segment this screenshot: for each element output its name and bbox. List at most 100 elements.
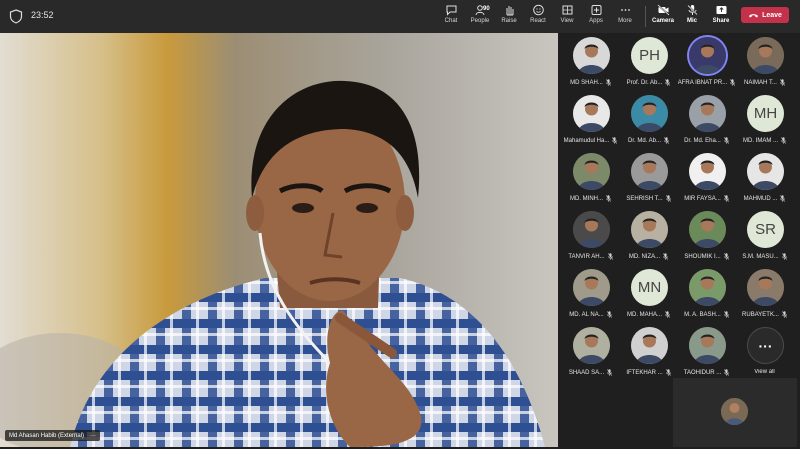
participant-tile[interactable]: AFRA IBNAT PR... [678,34,735,92]
speaker-more-options-icon[interactable]: ··· [90,433,96,439]
view-all-button[interactable]: ··· View all [736,324,793,382]
share-screen-icon [716,6,726,14]
shield-icon [9,9,23,24]
participant-name: MIR FAYSA... [684,195,721,202]
participant-tile[interactable]: Dr. Md. Eha... [678,92,735,150]
participant-avatar [747,37,784,74]
participant-tile[interactable]: MAHMUD ... [736,150,793,208]
participant-name: MD. AL NA... [569,311,604,318]
participant-tile[interactable]: SHOUMIK I... [678,208,735,266]
participant-name-row: SHOUMIK I... [678,253,735,260]
participant-tile[interactable]: SEHRISH T... [620,150,677,208]
participant-tile[interactable]: MD. NIZA... [620,208,677,266]
mic-off-icon [781,137,786,144]
participant-tile[interactable]: PH Prof. Dr. Ab... [620,34,677,92]
participant-avatar [747,153,784,190]
participant-name-row: MIR FAYSA... [678,195,735,202]
participant-tile[interactable]: MN MD. MAHA... [620,266,677,324]
participant-tile[interactable]: TAOHIDUR ... [678,324,735,382]
mic-off-icon [723,137,729,144]
mic-off-icon [781,253,787,260]
leave-button[interactable]: Leave [741,7,789,23]
participant-initials: MH [753,105,778,122]
participant-avatar [689,95,726,132]
participant-tile[interactable]: MD. AL NA... [562,266,619,324]
participant-name: AFRA IBNAT PR... [678,79,728,86]
react-button[interactable]: React [523,3,553,30]
people-button[interactable]: 90 People [465,3,495,30]
participant-tile[interactable]: SHAAD SA... [562,324,619,382]
participant-avatar [689,153,726,190]
self-avatar [721,398,748,425]
share-button[interactable]: Share [706,3,736,30]
mic-off-icon [780,79,785,86]
participant-tile[interactable]: TANVIR AH... [562,208,619,266]
participant-tile[interactable]: Mahamudul Ha... [562,92,619,150]
layout-icon [562,5,572,15]
main-video-feed[interactable]: Md Ahasan Habib (External) ··· [0,33,558,447]
participant-tile[interactable]: RUBAYETK... [736,266,793,324]
participant-name: NAIMAH T... [744,79,777,86]
mic-off-icon [663,253,669,260]
camera-toggle-button[interactable]: Camera [648,3,678,30]
participant-name-row: MD. IMAM ... [736,137,793,144]
participant-tile[interactable]: M. A. BASH... [678,266,735,324]
participant-name-row: AFRA IBNAT PR... [678,79,735,86]
participant-avatar [689,211,726,248]
participant-avatar [573,269,610,306]
mic-off-icon [665,311,670,318]
participant-avatar [689,37,726,74]
participant-tile[interactable]: MIR FAYSA... [678,150,735,208]
participant-tile[interactable]: NAIMAH T... [736,34,793,92]
participant-name: IFTEKHAR ... [626,369,663,376]
participant-avatar: PH [631,37,668,74]
participant-name: TANVIR AH... [568,253,605,260]
participant-name-row: MD. MAHA... [620,311,677,318]
participant-avatar: SR [747,211,784,248]
participant-tile[interactable]: SR S.M. MASU... [736,208,793,266]
participant-name-row: Prof. Dr. Ab... [620,79,677,86]
participant-tile[interactable]: MD. MINH... [562,150,619,208]
ellipsis-icon [620,9,630,11]
mic-off-icon [665,79,671,86]
participant-tile[interactable]: MD SHAH... [562,34,619,92]
camera-off-icon [656,4,670,16]
participant-name-row: SHAAD SA... [562,369,619,376]
view-all-label: View all [754,369,775,375]
speaker-video-image [0,33,558,447]
view-button[interactable]: View [552,3,582,30]
apps-button[interactable]: Apps [581,3,611,30]
view-all-label-row: View all [736,369,793,375]
participant-name-row: SEHRISH T... [620,195,677,202]
mic-off-icon [606,311,612,318]
view-all-ellipsis-icon: ··· [747,327,784,364]
participant-name-row: Mahamudul Ha... [562,137,619,144]
participant-tile[interactable]: IFTEKHAR ... [620,324,677,382]
participant-name-row: TANVIR AH... [562,253,619,260]
self-view-tile[interactable] [673,378,797,447]
participant-name-row: MD SHAH... [562,79,619,86]
participant-name-row: MD. NIZA... [620,253,677,260]
mic-toggle-button[interactable]: Mic [677,3,707,30]
participant-avatar: MN [631,269,668,306]
participant-tile[interactable]: Dr. Md. Ab... [620,92,677,150]
participant-avatar [573,37,610,74]
participant-tile[interactable]: MH MD. IMAM ... [736,92,793,150]
participant-name-row: MAHMUD ... [736,195,793,202]
raise-hand-button[interactable]: Raise [494,3,524,30]
participant-name-row: Dr. Md. Eha... [678,137,735,144]
mic-off-icon [730,79,735,86]
participant-name: Prof. Dr. Ab... [626,79,663,86]
participant-name: MAHMUD ... [743,195,778,202]
mic-off-icon [723,253,729,260]
mic-off-icon [612,137,618,144]
participant-name: SHOUMIK I... [684,253,721,260]
chat-button[interactable]: Chat [436,3,466,30]
mic-off-icon [724,369,730,376]
participant-name-row: MD. MINH... [562,195,619,202]
apps-plus-icon [591,5,601,15]
toolbar-divider [645,6,646,27]
mic-off-icon [782,311,787,318]
more-actions-button[interactable]: More [610,3,640,30]
participant-avatar [573,153,610,190]
